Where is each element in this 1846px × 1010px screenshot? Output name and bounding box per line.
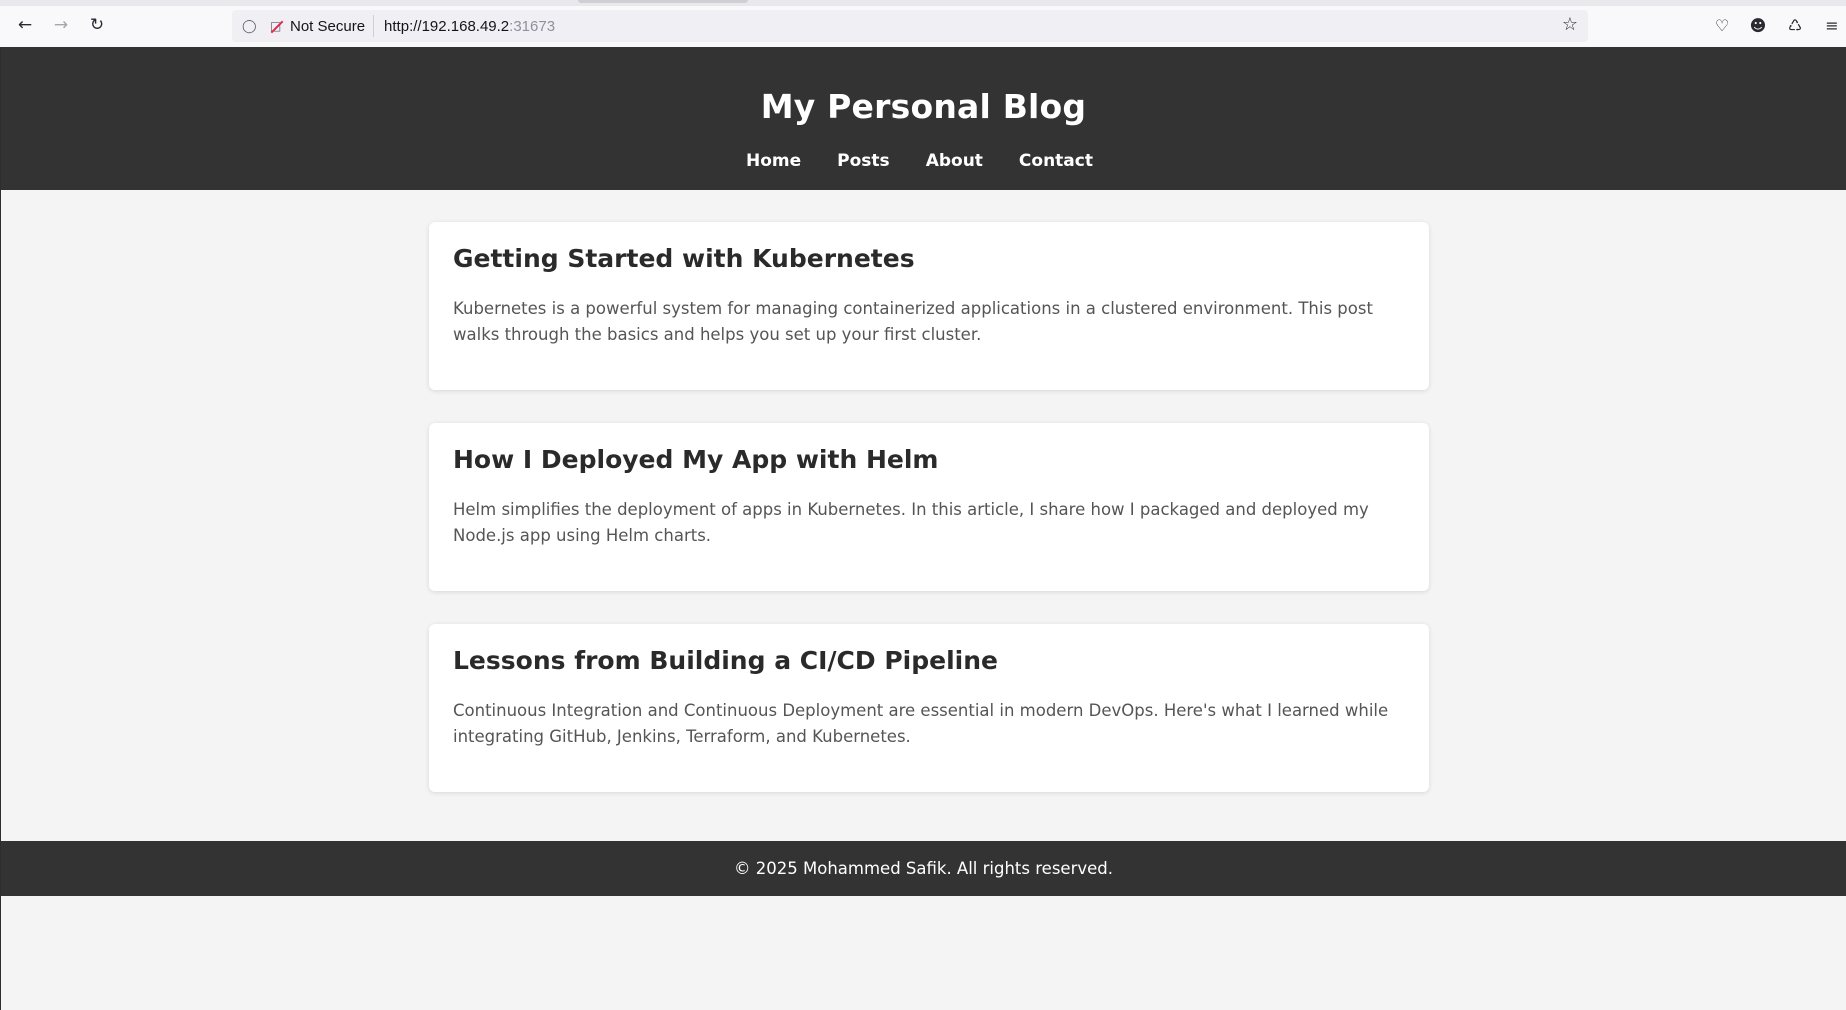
page-viewport: My Personal Blog Home Posts About Contac…: [1, 47, 1846, 1010]
site-header: My Personal Blog Home Posts About Contac…: [1, 47, 1846, 190]
back-icon[interactable]: ←: [12, 12, 38, 38]
menu-icon[interactable]: ≡: [1820, 13, 1844, 37]
footer-copyright: © 2025 Mohammed Safik. All rights reserv…: [734, 859, 1113, 878]
nav-link-about[interactable]: About: [926, 151, 983, 171]
extensions-icon[interactable]: ♺: [1783, 13, 1807, 37]
account-icon[interactable]: ☻: [1746, 13, 1770, 37]
post-title[interactable]: Getting Started with Kubernetes: [453, 244, 1405, 273]
address-bar[interactable]: ◯ □ Not Secure http://192.168.49.2:31673…: [232, 10, 1588, 42]
address-divider: [373, 15, 375, 37]
security-label[interactable]: Not Secure: [290, 18, 365, 35]
forward-icon[interactable]: →: [48, 12, 74, 38]
site-nav: Home Posts About Contact: [1, 151, 1846, 171]
nav-link-home[interactable]: Home: [746, 151, 801, 171]
post-card: Lessons from Building a CI/CD Pipeline C…: [429, 624, 1429, 792]
reload-icon[interactable]: ↻: [84, 12, 110, 38]
pocket-icon[interactable]: ♡: [1710, 13, 1734, 37]
tracking-protection-icon[interactable]: ◯: [242, 19, 258, 34]
nav-link-posts[interactable]: Posts: [837, 151, 890, 171]
post-excerpt: Kubernetes is a powerful system for mana…: [453, 299, 1373, 344]
browser-toolbar: ← → ↻ ◯ □ Not Secure http://192.168.49.2…: [0, 0, 1846, 48]
url-host: http://192.168.49.2: [384, 17, 510, 35]
post-card: Getting Started with Kubernetes Kubernet…: [429, 222, 1429, 390]
insecure-lock-icon[interactable]: □: [270, 19, 284, 33]
post-title[interactable]: How I Deployed My App with Helm: [453, 445, 1405, 474]
post-excerpt: Continuous Integration and Continuous De…: [453, 701, 1389, 746]
tab-strip: [0, 0, 1846, 6]
active-tab-indicator[interactable]: [578, 0, 748, 3]
post-title[interactable]: Lessons from Building a CI/CD Pipeline: [453, 646, 1405, 675]
post-card: How I Deployed My App with Helm Helm sim…: [429, 423, 1429, 591]
url-port: :31673: [509, 17, 556, 35]
nav-link-contact[interactable]: Contact: [1019, 151, 1093, 171]
site-footer: © 2025 Mohammed Safik. All rights reserv…: [1, 841, 1846, 896]
post-excerpt: Helm simplifies the deployment of apps i…: [453, 500, 1369, 545]
site-title: My Personal Blog: [760, 87, 1087, 126]
bookmark-star-icon[interactable]: ☆: [1562, 14, 1578, 35]
url-text[interactable]: http://192.168.49.2:31673: [384, 18, 555, 35]
